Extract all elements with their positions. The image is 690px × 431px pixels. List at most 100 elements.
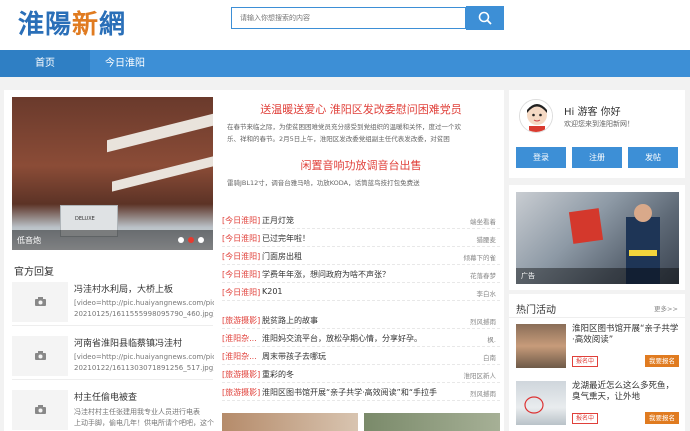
- news-title[interactable]: 周末带孩子去哪玩: [262, 351, 452, 362]
- news-row[interactable]: [旅游摄影] 重彩的冬 淮阳区新人: [222, 365, 500, 383]
- search-button[interactable]: [466, 6, 504, 30]
- news-row[interactable]: [今日淮阳] 正月灯笼 端坐看着: [222, 211, 500, 229]
- slider-image-detail: [112, 156, 213, 192]
- status-badge: 报名中: [572, 413, 599, 424]
- news-title[interactable]: 脱贫路上的故事: [262, 315, 452, 326]
- search-input[interactable]: [231, 7, 466, 29]
- ad-label: 广告: [521, 272, 535, 280]
- hot-activity-title[interactable]: 龙湖最近怎么这么多死鱼，臭气熏天，让外地: [572, 381, 680, 403]
- news-tag[interactable]: [旅游摄影]: [222, 369, 260, 380]
- news-tag[interactable]: [今日淮阳]: [222, 251, 260, 262]
- camera-icon: [35, 351, 46, 360]
- news-tag[interactable]: [旅游摄影]: [222, 387, 260, 398]
- hot-activities-title: 热门活动: [516, 305, 556, 316]
- search-icon: [478, 11, 492, 25]
- slider-caption-text: 低音炮: [17, 236, 41, 245]
- ad-image-vest: [629, 250, 657, 256]
- news-row[interactable]: [今日淮阳] 学费年年涨，想问政府为啥不声张？ 花落春梦: [222, 265, 500, 283]
- headline-title[interactable]: 送温暖送爱心 淮阳区发改委慰问困难党员: [222, 101, 500, 117]
- nav-item-home[interactable]: 首页: [0, 50, 90, 77]
- gallery-thumbnail[interactable]: [222, 413, 358, 431]
- reply-item[interactable]: 冯洼村水利局，大桥上板 [video=http://pic.huaiyangne…: [12, 280, 214, 326]
- news-title[interactable]: 正月灯笼: [262, 215, 452, 226]
- news-title[interactable]: 门面房出租: [262, 251, 452, 262]
- news-tag[interactable]: [今日淮阳]: [222, 287, 260, 298]
- user-welcome: 欢迎您来到淮阳新网！: [564, 120, 634, 128]
- image-slider[interactable]: DELUXE 低音炮: [12, 97, 213, 250]
- news-author: 烈风撼雨: [470, 318, 496, 326]
- camera-icon: [35, 405, 46, 414]
- news-author: 烈风撼雨: [470, 390, 496, 398]
- reply-snippet: [video=http://pic.huaiyangnews.com/pic/: [74, 299, 214, 307]
- reply-thumbnail: [12, 282, 68, 322]
- signup-button[interactable]: 我要报名: [645, 355, 679, 367]
- signup-button[interactable]: 我要报名: [645, 412, 679, 424]
- avatar: [519, 99, 553, 133]
- main-nav: 首页 今日淮阳: [0, 50, 690, 77]
- status-badge: 报名中: [572, 356, 599, 367]
- site-logo[interactable]: 淮陽新網: [18, 4, 126, 41]
- news-author: 花落春梦: [470, 272, 496, 280]
- reply-title: 冯洼村水利局，大桥上板: [74, 285, 174, 295]
- hot-activity-title[interactable]: 淮阳区图书馆开展“亲子共学·高效阅读”: [572, 324, 680, 346]
- hot-activity-image: [516, 381, 566, 425]
- gallery-thumbnail[interactable]: [364, 413, 500, 431]
- camera-icon: [35, 297, 46, 306]
- news-tag[interactable]: [今日淮阳]: [222, 233, 260, 244]
- news-title[interactable]: 学费年年涨，想问政府为啥不声张？: [262, 269, 452, 280]
- news-author: 李白水: [476, 290, 497, 298]
- ad-image-sign: [568, 208, 604, 244]
- slider-caption: 低音炮: [12, 230, 213, 250]
- news-tag[interactable]: [今日淮阳]: [222, 269, 260, 280]
- slider-dot[interactable]: [178, 237, 184, 243]
- hot-activity-item[interactable]: 龙湖最近怎么这么多死鱼，臭气熏天，让外地 报名中 我要报名: [516, 381, 679, 427]
- news-tag[interactable]: [今日淮阳]: [222, 215, 260, 226]
- news-title[interactable]: 淮阳妈交流平台，放松孕期心情，分享好孕。: [262, 333, 452, 344]
- news-tag[interactable]: [淮阳杂...: [222, 333, 257, 344]
- news-row[interactable]: [今日淮阳] 已过完年啦！ 猎腰麦: [222, 229, 500, 247]
- news-author: 倾幕下的雀: [463, 254, 497, 262]
- news-title[interactable]: 重彩的冬: [262, 369, 452, 380]
- ad-banner[interactable]: 广告: [516, 192, 679, 284]
- reply-snippet: 上动手脚，偷电几年！供电所请个吧吧，这个: [74, 419, 214, 427]
- reply-thumbnail: [12, 390, 68, 430]
- reply-snippet: [video=http://pic.huaiyangnews.com/pic/: [74, 353, 214, 361]
- news-tag[interactable]: [淮阳杂...: [222, 351, 257, 362]
- news-row[interactable]: [淮阳杂... 淮阳妈交流平台，放松孕期心情，分享好孕。 枫.: [222, 329, 500, 347]
- slider-image-detail: [107, 113, 213, 153]
- user-greeting: Hi 游客 你好: [564, 107, 621, 118]
- ad-label-bar: 广告: [516, 268, 679, 284]
- login-button[interactable]: 登录: [516, 147, 566, 168]
- hot-activity-image-mark: [524, 396, 544, 414]
- reply-item[interactable]: 河南省淮阳县临蔡镇冯洼村 [video=http://pic.huaiyangn…: [12, 334, 214, 380]
- post-button[interactable]: 发帖: [628, 147, 678, 168]
- news-author: 猎腰麦: [476, 236, 497, 244]
- more-link[interactable]: 更多>>: [654, 303, 678, 313]
- reply-snippet: 20210122/1611303071891256_517.jpg]ht: [74, 364, 214, 372]
- slider-dot[interactable]: [198, 237, 204, 243]
- nav-item-today-huaiyang[interactable]: 今日淮阳: [90, 50, 160, 77]
- news-row[interactable]: [旅游摄影] 脱贫路上的故事 烈风撼雨: [222, 311, 500, 329]
- headline-title[interactable]: 闲置音响功放调音台出售: [222, 157, 500, 173]
- user-avatar-icon: [520, 100, 552, 132]
- reply-snippet: 20210125/1611555998095790_460.jpg]ht: [74, 310, 214, 318]
- reply-title: 河南省淮阳县临蔡镇冯洼村: [74, 339, 183, 349]
- news-author: 淮阳区新人: [463, 372, 497, 380]
- news-title[interactable]: K201: [262, 287, 452, 296]
- header: 淮陽新網: [0, 0, 690, 50]
- reply-snippet: 冯洼村村主任张建用我专业人员进行电表: [74, 408, 200, 416]
- reply-thumbnail: [12, 336, 68, 376]
- news-row[interactable]: [今日淮阳] 门面房出租 倾幕下的雀: [222, 247, 500, 265]
- ad-image-head: [634, 204, 652, 222]
- news-tag[interactable]: [旅游摄影]: [222, 315, 260, 326]
- news-title[interactable]: 已过完年啦！: [262, 233, 452, 244]
- register-button[interactable]: 注册: [572, 147, 622, 168]
- news-row[interactable]: [淮阳杂... 周末带孩子去哪玩 白南: [222, 347, 500, 365]
- news-author: 白南: [483, 354, 496, 362]
- reply-item[interactable]: 村主任偷电被查 冯洼村村主任张建用我专业人员进行电表 上动手脚，偷电几年！供电所…: [12, 388, 214, 431]
- slider-dot-active[interactable]: [188, 237, 194, 243]
- news-title[interactable]: 淮阳区图书馆开展“亲子共学·高效阅读”和“手拉手: [262, 387, 452, 398]
- hot-activity-item[interactable]: 淮阳区图书馆开展“亲子共学·高效阅读” 报名中 我要报名: [516, 324, 679, 370]
- news-row[interactable]: [今日淮阳] K201 李白水: [222, 283, 500, 301]
- news-row[interactable]: [旅游摄影] 淮阳区图书馆开展“亲子共学·高效阅读”和“手拉手 烈风撼雨: [222, 383, 500, 401]
